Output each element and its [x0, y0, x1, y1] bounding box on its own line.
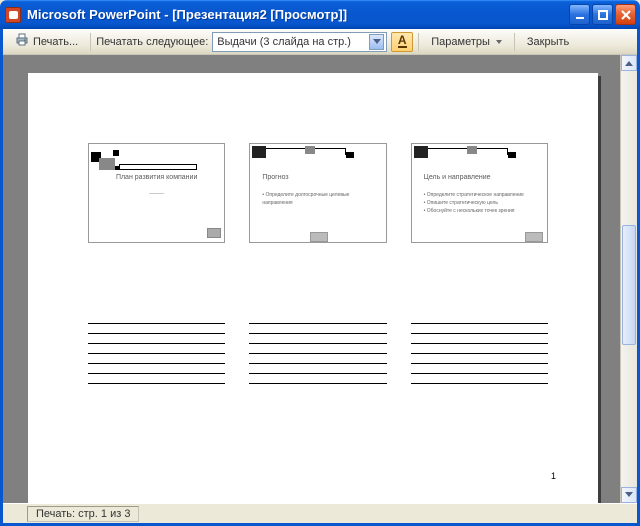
slide-bullet: • Опишите стратегическую цель	[424, 199, 535, 207]
close-button[interactable]	[615, 4, 636, 25]
status-text: Печать: стр. 1 из 3	[27, 506, 139, 522]
notes-lines	[88, 323, 548, 393]
printer-icon	[14, 32, 30, 51]
page-number: 1	[551, 471, 556, 481]
window-controls	[569, 4, 636, 25]
close-preview-button[interactable]: Закрыть	[520, 31, 576, 53]
print-what-combo[interactable]: Выдачи (3 слайда на стр.)	[212, 32, 387, 52]
chevron-down-icon	[496, 40, 502, 47]
print-button[interactable]: Печать...	[7, 31, 85, 53]
doc-title: [Презентация2 [Просмотр]]	[172, 7, 347, 22]
slide-thumb-3: Цель и направление • Определите стратеги…	[411, 143, 548, 243]
minimize-button[interactable]	[569, 4, 590, 25]
separator	[90, 33, 91, 51]
preview-area[interactable]: План развития компании ——— Прогноз • Опр…	[3, 55, 637, 503]
highlight-a-icon: A	[398, 35, 407, 48]
print-preview-toolbar: Печать... Печатать следующее: Выдачи (3 …	[3, 29, 637, 55]
slide-bullet: • Обоснуйте с нескольких точек зрения	[424, 207, 535, 215]
print-what-value: Выдачи (3 слайда на стр.)	[217, 36, 369, 48]
chevron-down-icon[interactable]	[369, 34, 384, 50]
scroll-down-button[interactable]	[621, 487, 637, 503]
highlight-toggle[interactable]: A	[391, 32, 413, 52]
notes-col-3	[411, 323, 548, 393]
titlebar: Microsoft PowerPoint - [Презентация2 [Пр…	[0, 0, 640, 29]
maximize-button[interactable]	[592, 4, 613, 25]
slide-thumb-1: План развития компании ———	[88, 143, 225, 243]
separator	[418, 33, 419, 51]
scroll-up-button[interactable]	[621, 55, 637, 71]
slide-title: Прогноз	[262, 174, 373, 181]
window-title: Microsoft PowerPoint - [Презентация2 [Пр…	[27, 7, 563, 22]
handout-page: План развития компании ——— Прогноз • Опр…	[28, 73, 598, 503]
options-label: Параметры	[431, 36, 490, 48]
notes-col-1	[88, 323, 225, 393]
statusbar: Печать: стр. 1 из 3	[3, 503, 637, 523]
powerpoint-icon	[5, 7, 21, 23]
slide-bullet: • Определите долгосрочные целевые направ…	[262, 191, 373, 207]
window-body: Печать... Печатать следующее: Выдачи (3 …	[0, 29, 640, 526]
slide-subtitle: ———	[101, 191, 212, 197]
app-name: Microsoft PowerPoint	[27, 7, 161, 22]
print-label: Печать...	[33, 36, 78, 48]
slide-title: Цель и направление	[424, 174, 535, 181]
slide-title: План развития компании	[101, 174, 212, 181]
print-what-label: Печатать следующее:	[96, 36, 208, 48]
slide-bullet: • Определите стратегическое направление	[424, 191, 535, 199]
notes-col-2	[249, 323, 386, 393]
separator	[514, 33, 515, 51]
scroll-thumb[interactable]	[622, 225, 636, 345]
slide-thumbnails: План развития компании ——— Прогноз • Опр…	[88, 143, 548, 243]
options-menu[interactable]: Параметры	[424, 31, 509, 53]
close-label: Закрыть	[527, 36, 569, 48]
slide-thumb-2: Прогноз • Определите долгосрочные целевы…	[249, 143, 386, 243]
